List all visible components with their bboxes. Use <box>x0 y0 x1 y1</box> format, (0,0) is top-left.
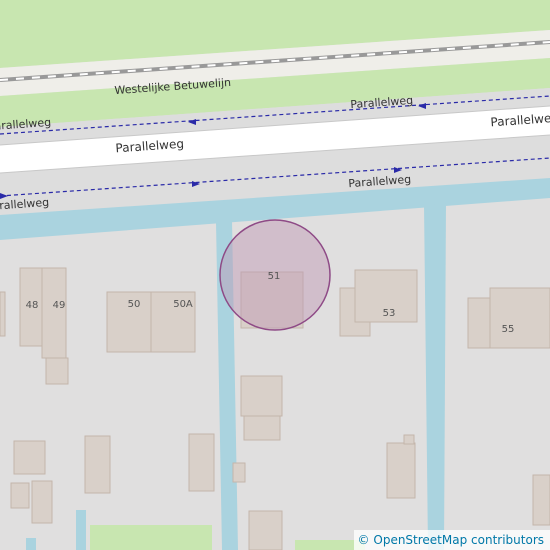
building <box>386 442 416 499</box>
house-number: 53 <box>383 308 396 319</box>
house-number: 48 <box>26 300 39 311</box>
map-view[interactable]: Westelijke Betuwelijn Parallelweg Parall… <box>0 0 550 550</box>
house-number: 55 <box>502 324 515 335</box>
building <box>248 510 283 550</box>
copyright-symbol: © <box>357 533 370 547</box>
building <box>403 434 415 445</box>
building <box>45 357 69 385</box>
building <box>243 415 281 441</box>
building <box>532 474 550 526</box>
map-attribution: © OpenStreetMap contributors <box>353 530 550 550</box>
building <box>31 480 53 524</box>
building <box>188 433 215 492</box>
house-number: 50A <box>173 299 193 310</box>
ditch-small <box>76 510 86 550</box>
building <box>0 291 6 337</box>
building <box>232 462 246 483</box>
map-canvas[interactable]: Westelijke Betuwelijn Parallelweg Parall… <box>0 0 550 550</box>
attribution-link[interactable]: OpenStreetMap contributors <box>373 533 544 547</box>
building-49 <box>41 267 67 359</box>
house-number: 51 <box>268 271 281 282</box>
building <box>84 435 111 494</box>
building <box>240 375 283 417</box>
building-55 <box>489 287 550 349</box>
ditch-small <box>26 538 36 550</box>
house-number: 49 <box>53 300 66 311</box>
grass-patch <box>90 525 212 550</box>
building <box>13 440 46 475</box>
house-number: 50 <box>128 299 141 310</box>
building <box>10 482 30 509</box>
